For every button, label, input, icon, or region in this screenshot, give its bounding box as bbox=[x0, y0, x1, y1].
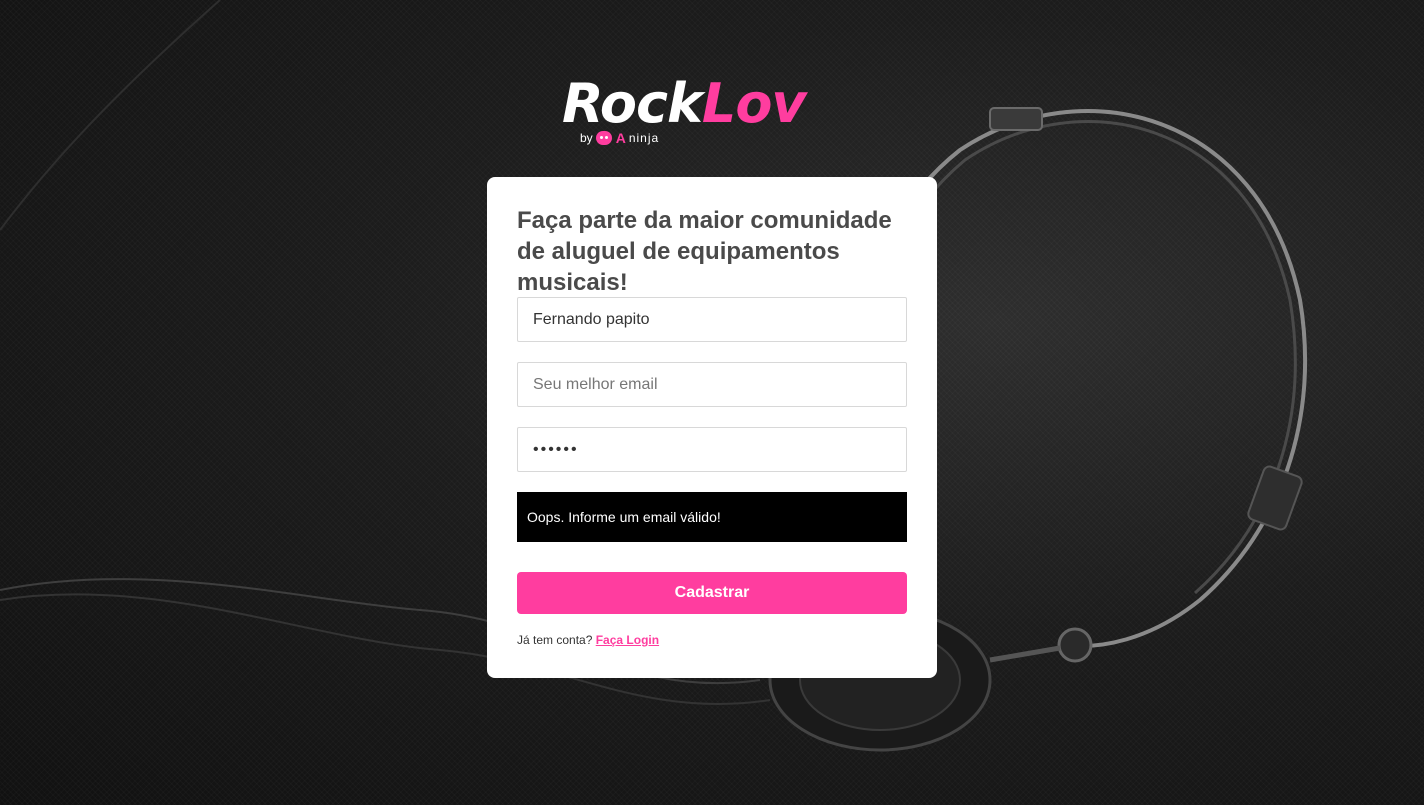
signup-button[interactable]: Cadastrar bbox=[517, 572, 907, 614]
name-field[interactable] bbox=[517, 297, 907, 342]
error-alert-message: Oops. Informe um email válido! bbox=[527, 509, 721, 525]
logo-qa-text: A bbox=[615, 130, 626, 146]
password-field[interactable] bbox=[517, 427, 907, 472]
signup-title: Faça parte da maior comunidade de alugue… bbox=[517, 207, 892, 296]
email-field[interactable] bbox=[517, 362, 907, 407]
logo-by-text: by bbox=[580, 131, 593, 145]
login-prompt-text: Já tem conta? bbox=[517, 633, 593, 647]
qaninja-logo-icon bbox=[595, 131, 612, 145]
signup-card: Faça parte da maior comunidade de alugue… bbox=[487, 177, 937, 678]
login-prompt-row: Já tem conta? Faça Login bbox=[517, 633, 659, 647]
logo-text-lov: Lov bbox=[701, 72, 807, 135]
logo-text-rock: Rock bbox=[562, 72, 703, 135]
logo-byline: by A ninja bbox=[580, 130, 659, 146]
logo-ninja-text: ninja bbox=[628, 131, 660, 145]
login-link[interactable]: Faça Login bbox=[596, 633, 659, 647]
rocklov-logo: RockLov by A ninja bbox=[560, 74, 870, 154]
logo-text: RockLov bbox=[562, 72, 807, 135]
error-alert: Oops. Informe um email válido! bbox=[517, 492, 907, 542]
